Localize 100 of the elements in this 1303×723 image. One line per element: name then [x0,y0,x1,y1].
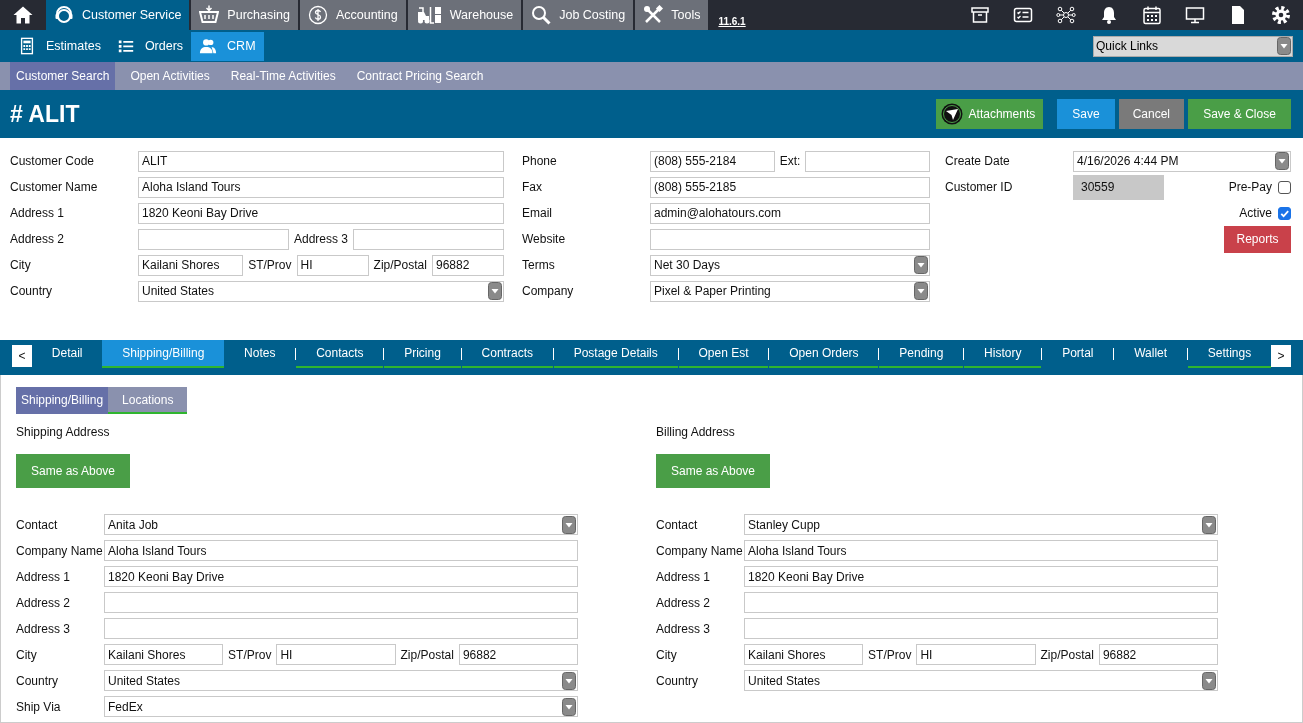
input-field[interactable]: admin@alohatours.com [650,202,930,224]
field-label: Email [522,206,553,221]
detail-tab[interactable]: Postage Details [553,339,678,368]
checklist-icon[interactable] [1013,5,1033,25]
field-label: Terms [522,258,556,273]
input-field[interactable] [650,228,930,250]
field-label: Zip/Postal [399,647,455,662]
input-field[interactable]: 96882 [458,644,578,665]
field-label: ST/Prov [247,258,293,273]
bell-icon[interactable] [1099,5,1119,25]
select-field[interactable]: United States [744,670,1218,691]
field-label: Website [522,232,567,247]
input-field[interactable]: HI [296,254,369,276]
scroll-right-button[interactable]: > [1271,344,1292,367]
field-label: Address 2 [10,232,66,247]
input-field[interactable] [353,228,504,250]
input-field[interactable]: HI [916,644,1036,665]
quick-links-select[interactable]: Quick Links [1093,35,1293,57]
input-field[interactable]: Kailani Shores [744,644,864,665]
select-field[interactable]: FedEx [104,696,578,717]
detail-tab[interactable]: Wallet [1114,339,1187,368]
detail-tab[interactable]: Notes [224,339,296,368]
sub-tab[interactable]: Shipping/Billing [16,387,109,414]
search-icon [531,5,552,25]
input-field[interactable]: Kailani Shores [104,644,224,665]
input-field[interactable]: HI [276,644,396,665]
module-tab[interactable]: Warehouse [407,0,522,30]
input-field[interactable]: Aloha Island Tours [744,540,1218,561]
detail-tab[interactable]: Contracts [461,339,553,368]
input-field[interactable] [104,618,578,639]
field-label: Ship Via [16,699,62,714]
input-field[interactable]: 96882 [1098,644,1218,665]
detail-tab[interactable]: Pending [879,339,964,368]
input-field[interactable] [138,228,289,250]
input-field[interactable] [744,618,1218,639]
headset-icon [54,5,74,25]
module-tab[interactable]: Accounting [299,0,406,30]
select-field[interactable]: Pixel & Paper Printing [650,280,930,302]
select-field[interactable]: United States [104,670,578,691]
monitor-icon[interactable] [1185,5,1205,25]
input-field[interactable]: 96882 [431,254,504,276]
field-label: City [16,647,38,662]
home-icon[interactable] [13,5,33,25]
module-tab[interactable]: Customer Service [46,0,190,30]
readonly-field[interactable]: 30559 [1073,174,1164,200]
input-field[interactable]: 1820 Keoni Bay Drive [138,202,504,224]
select-field[interactable]: Net 30 Days [650,254,930,276]
input-field[interactable]: Aloha Island Tours [104,540,578,561]
field-label: Address 3 [16,621,72,636]
detail-tab[interactable]: Detail [32,339,103,368]
basket-icon [199,5,220,25]
input-field[interactable]: ALIT [138,150,504,172]
input-field[interactable] [744,592,1218,613]
tools-icon [643,5,664,25]
nav-item[interactable]: Orders [108,31,192,61]
input-field[interactable]: (808) 555-2184 [650,150,775,172]
field-label: Country [10,284,54,299]
nav-item[interactable]: Estimates [10,31,109,61]
select-field[interactable]: United States [138,280,504,302]
input-field[interactable]: Aloha Island Tours [138,176,504,198]
module-tab[interactable]: Purchasing [191,0,298,30]
select-field[interactable]: 4/16/2026 4:44 PM [1073,150,1291,172]
input-field[interactable]: (808) 555-2185 [650,176,930,198]
module-tab[interactable]: Tools [635,0,709,30]
checkbox[interactable] [1278,180,1291,194]
field-label: Phone [522,154,558,169]
select-field[interactable]: Stanley Cupp [744,514,1218,535]
detail-tab[interactable]: Open Orders [769,339,879,368]
page-tab[interactable]: Customer Search [10,62,116,91]
reports-button[interactable]: Reports [1224,225,1291,253]
input-field[interactable] [104,592,578,613]
settings-icon[interactable] [1271,5,1291,25]
calendar-icon[interactable] [1142,5,1162,25]
archive-icon[interactable] [970,5,990,25]
field-label: Address 3 [293,232,349,247]
field-label: Address 1 [10,206,66,221]
detail-tab[interactable]: Portal [1042,339,1114,368]
field-label: Address 1 [656,569,712,584]
scroll-left-button[interactable]: < [12,344,32,367]
input-field[interactable] [805,150,930,172]
field-label: Country [656,673,700,688]
input-field[interactable]: 1820 Keoni Bay Drive [104,566,578,587]
detail-tab[interactable]: Pricing [384,339,461,368]
select-field[interactable]: Anita Job [104,514,578,535]
detail-tab[interactable]: History [964,339,1042,368]
field-label: Fax [522,180,543,195]
detail-tab[interactable]: Open Est [678,339,769,368]
field-label: Customer Name [10,180,99,195]
checkbox[interactable] [1278,206,1291,220]
checkbox-label: Active [1238,206,1273,221]
detail-tab[interactable]: Contacts [296,339,384,368]
network-icon[interactable] [1056,5,1076,25]
version-link[interactable]: 11.6.1 [710,16,746,30]
module-tab[interactable]: Job Costing [523,0,634,30]
input-field[interactable]: Kailani Shores [138,254,244,276]
action-button[interactable]: Cancel [1118,99,1184,129]
input-field[interactable]: 1820 Keoni Bay Drive [744,566,1218,587]
field-label: Contact [16,517,59,532]
calculator-icon [18,37,36,56]
field-label: ST/Prov [867,647,913,662]
